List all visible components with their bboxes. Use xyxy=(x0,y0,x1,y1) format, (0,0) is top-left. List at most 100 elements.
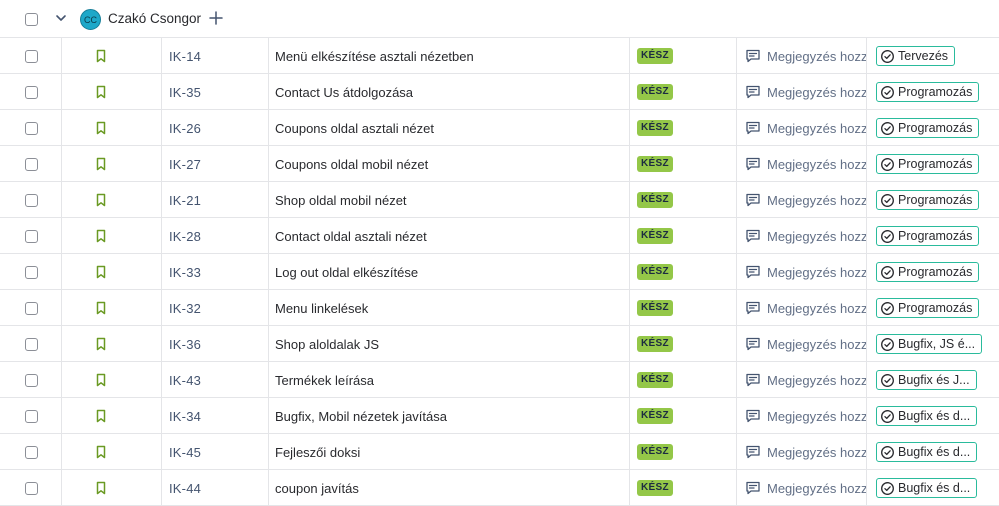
comment-cell[interactable]: Megjegyzés hozzáadása xyxy=(737,326,867,362)
avatar[interactable]: CC xyxy=(80,9,101,30)
table-row[interactable]: IK-21 Shop oldal mobil nézet KÉSZ Megjeg… xyxy=(0,182,999,218)
comment-cell[interactable]: Megjegyzés hozzáadása xyxy=(737,182,867,218)
status-badge[interactable]: KÉSZ xyxy=(637,408,673,424)
add-comment-link[interactable]: Megjegyzés hozzáadása xyxy=(767,265,866,280)
issue-key[interactable]: IK-45 xyxy=(162,434,269,470)
sprint-cell[interactable]: Programozás xyxy=(867,290,999,326)
status-badge[interactable]: KÉSZ xyxy=(637,264,673,280)
table-row[interactable]: IK-43 Termékek leírása KÉSZ Megjegyzés h… xyxy=(0,362,999,398)
sprint-cell[interactable]: Bugfix és J... xyxy=(867,362,999,398)
comment-cell[interactable]: Megjegyzés hozzáadása xyxy=(737,218,867,254)
sprint-cell[interactable]: Bugfix és d... xyxy=(867,470,999,506)
row-checkbox[interactable] xyxy=(25,409,38,423)
status-badge[interactable]: KÉSZ xyxy=(637,336,673,352)
row-checkbox[interactable] xyxy=(25,481,38,495)
status-badge[interactable]: KÉSZ xyxy=(637,84,673,100)
table-row[interactable]: IK-28 Contact oldal asztali nézet KÉSZ M… xyxy=(0,218,999,254)
comment-cell[interactable]: Megjegyzés hozzáadása xyxy=(737,398,867,434)
sprint-cell[interactable]: Programozás xyxy=(867,146,999,182)
row-checkbox[interactable] xyxy=(25,121,38,135)
add-comment-link[interactable]: Megjegyzés hozzáadása xyxy=(767,409,866,424)
sprint-cell[interactable]: Programozás xyxy=(867,74,999,110)
row-checkbox[interactable] xyxy=(25,193,38,207)
row-checkbox[interactable] xyxy=(25,301,38,315)
sprint-pill[interactable]: Programozás xyxy=(876,154,980,174)
add-comment-link[interactable]: Megjegyzés hozzáadása xyxy=(767,85,866,100)
table-row[interactable]: IK-32 Menu linkelések KÉSZ Megjegyzés ho… xyxy=(0,290,999,326)
table-row[interactable]: IK-45 Fejleszői doksi KÉSZ Megjegyzés ho… xyxy=(0,434,999,470)
comment-cell[interactable]: Megjegyzés hozzáadása xyxy=(737,362,867,398)
table-row[interactable]: IK-14 Menü elkészítése asztali nézetben … xyxy=(0,38,999,74)
issue-summary[interactable]: Bugfix, Mobil nézetek javítása xyxy=(269,398,630,434)
status-badge[interactable]: KÉSZ xyxy=(637,228,673,244)
sprint-cell[interactable]: Bugfix, JS é... xyxy=(867,326,999,362)
issue-summary[interactable]: Termékek leírása xyxy=(269,362,630,398)
table-row[interactable]: IK-26 Coupons oldal asztali nézet KÉSZ M… xyxy=(0,110,999,146)
row-checkbox[interactable] xyxy=(25,157,38,171)
sprint-cell[interactable]: Tervezés xyxy=(867,38,999,74)
issue-summary[interactable]: Coupons oldal mobil nézet xyxy=(269,146,630,182)
issue-key[interactable]: IK-44 xyxy=(162,470,269,506)
sprint-pill[interactable]: Bugfix, JS é... xyxy=(876,334,983,354)
status-badge[interactable]: KÉSZ xyxy=(637,300,673,316)
issue-summary[interactable]: Fejleszői doksi xyxy=(269,434,630,470)
add-comment-link[interactable]: Megjegyzés hozzáadása xyxy=(767,481,866,496)
add-comment-link[interactable]: Megjegyzés hozzáadása xyxy=(767,193,866,208)
comment-cell[interactable]: Megjegyzés hozzáadása xyxy=(737,434,867,470)
issue-summary[interactable]: Contact oldal asztali nézet xyxy=(269,218,630,254)
status-cell[interactable]: KÉSZ xyxy=(630,362,737,398)
sprint-cell[interactable]: Programozás xyxy=(867,218,999,254)
sprint-pill[interactable]: Programozás xyxy=(876,118,980,138)
row-checkbox[interactable] xyxy=(25,373,38,387)
row-checkbox[interactable] xyxy=(25,445,38,459)
sprint-pill[interactable]: Programozás xyxy=(876,298,980,318)
issue-summary[interactable]: Log out oldal elkészítése xyxy=(269,254,630,290)
sprint-cell[interactable]: Bugfix és d... xyxy=(867,398,999,434)
add-comment-link[interactable]: Megjegyzés hozzáadása xyxy=(767,157,866,172)
sprint-pill[interactable]: Bugfix és d... xyxy=(876,442,978,462)
add-icon[interactable] xyxy=(208,10,224,26)
issue-key[interactable]: IK-14 xyxy=(162,38,269,74)
issue-key[interactable]: IK-26 xyxy=(162,110,269,146)
issue-key[interactable]: IK-34 xyxy=(162,398,269,434)
issue-key[interactable]: IK-27 xyxy=(162,146,269,182)
issue-key[interactable]: IK-32 xyxy=(162,290,269,326)
status-cell[interactable]: KÉSZ xyxy=(630,218,737,254)
sprint-cell[interactable]: Programozás xyxy=(867,254,999,290)
issue-summary[interactable]: coupon javítás xyxy=(269,470,630,506)
issue-key[interactable]: IK-36 xyxy=(162,326,269,362)
comment-cell[interactable]: Megjegyzés hozzáadása xyxy=(737,290,867,326)
comment-cell[interactable]: Megjegyzés hozzáadása xyxy=(737,38,867,74)
table-row[interactable]: IK-33 Log out oldal elkészítése KÉSZ Meg… xyxy=(0,254,999,290)
sprint-pill[interactable]: Programozás xyxy=(876,226,980,246)
sprint-pill[interactable]: Bugfix és d... xyxy=(876,478,978,498)
issue-summary[interactable]: Shop oldal mobil nézet xyxy=(269,182,630,218)
chevron-down-icon[interactable] xyxy=(54,11,68,25)
status-cell[interactable]: KÉSZ xyxy=(630,326,737,362)
sprint-pill[interactable]: Programozás xyxy=(876,190,980,210)
row-checkbox[interactable] xyxy=(25,229,38,243)
table-row[interactable]: IK-36 Shop aloldalak JS KÉSZ Megjegyzés … xyxy=(0,326,999,362)
comment-cell[interactable]: Megjegyzés hozzáadása xyxy=(737,146,867,182)
issue-summary[interactable]: Contact Us átdolgozása xyxy=(269,74,630,110)
status-badge[interactable]: KÉSZ xyxy=(637,444,673,460)
status-cell[interactable]: KÉSZ xyxy=(630,290,737,326)
add-comment-link[interactable]: Megjegyzés hozzáadása xyxy=(767,445,866,460)
comment-cell[interactable]: Megjegyzés hozzáadása xyxy=(737,74,867,110)
comment-cell[interactable]: Megjegyzés hozzáadása xyxy=(737,110,867,146)
add-comment-link[interactable]: Megjegyzés hozzáadása xyxy=(767,301,866,316)
comment-cell[interactable]: Megjegyzés hozzáadása xyxy=(737,470,867,506)
issue-summary[interactable]: Menu linkelések xyxy=(269,290,630,326)
status-cell[interactable]: KÉSZ xyxy=(630,146,737,182)
status-badge[interactable]: KÉSZ xyxy=(637,48,673,64)
status-badge[interactable]: KÉSZ xyxy=(637,156,673,172)
add-comment-link[interactable]: Megjegyzés hozzáadása xyxy=(767,121,866,136)
status-cell[interactable]: KÉSZ xyxy=(630,110,737,146)
sprint-pill[interactable]: Bugfix és d... xyxy=(876,406,978,426)
row-checkbox[interactable] xyxy=(25,49,38,63)
sprint-cell[interactable]: Programozás xyxy=(867,182,999,218)
issue-summary[interactable]: Shop aloldalak JS xyxy=(269,326,630,362)
status-cell[interactable]: KÉSZ xyxy=(630,470,737,506)
add-comment-link[interactable]: Megjegyzés hozzáadása xyxy=(767,49,866,64)
issue-summary[interactable]: Menü elkészítése asztali nézetben xyxy=(269,38,630,74)
